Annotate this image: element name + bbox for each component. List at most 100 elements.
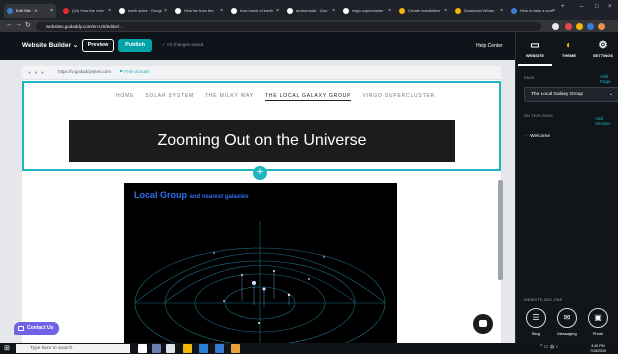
builder-side-panel: ▭ WEBSITE ◐ THEME ⚙ SETTINGS PAGE Add Page … — [515, 32, 618, 343]
windows-start-icon[interactable]: ⊞ — [4, 344, 10, 352]
nav-home[interactable]: HOME — [116, 93, 134, 99]
messaging-icon[interactable]: ✉ — [557, 308, 577, 328]
maximize-icon[interactable]: □ — [595, 4, 599, 10]
messaging-label: Messaging — [557, 331, 577, 336]
add-section-link[interactable]: Add Section — [595, 116, 618, 126]
photo-label: Photo — [592, 331, 604, 336]
editor-canvas: ● ● ● https://v.godaddysites.com ⚑ Free … — [0, 60, 515, 343]
builder-menu[interactable]: Website Builder ⌄ — [22, 41, 78, 49]
close-icon[interactable]: × — [332, 4, 335, 18]
site-domain: https://v.godaddysites.com — [58, 69, 111, 74]
window-dots-icon: ● ● ● — [28, 70, 45, 76]
minimize-icon[interactable]: – — [580, 4, 583, 10]
gear-icon: ⚙ — [598, 40, 608, 51]
chevron-down-icon: ⌄ — [72, 42, 79, 49]
new-tab-icon[interactable]: + — [561, 4, 565, 10]
add-page-link[interactable]: Add Page — [600, 74, 618, 84]
nav-local-galaxy-group[interactable]: THE LOCAL GALAXY GROUP — [265, 93, 352, 101]
help-center-link[interactable]: Help Center — [476, 43, 503, 49]
browser-tab[interactable]: How to take a scre × — [508, 4, 558, 18]
reload-icon[interactable]: ↻ — [25, 21, 31, 29]
contact-us-button[interactable]: Contact Us — [14, 322, 59, 335]
nav-milky-way[interactable]: THE MILKY WAY — [205, 93, 254, 99]
section-item[interactable]: ⋯ Welcome — [524, 134, 550, 139]
publish-button[interactable]: Publish — [118, 39, 152, 52]
browser-tab[interactable]: How far from the × — [172, 4, 226, 18]
google-icon — [343, 8, 349, 14]
tab-website[interactable]: ▭ WEBSITE — [518, 36, 552, 66]
star-icon[interactable] — [552, 23, 559, 30]
browser-tab[interactable]: Create installation × — [396, 4, 450, 18]
chat-icon — [479, 320, 487, 327]
window-close-icon[interactable]: × — [608, 4, 612, 10]
close-icon[interactable]: × — [220, 4, 223, 18]
folder-icon[interactable] — [183, 344, 192, 353]
extension-icon[interactable] — [576, 23, 583, 30]
cortana-icon[interactable] — [138, 344, 147, 353]
canvas-scrollbar[interactable] — [498, 180, 503, 280]
forward-icon[interactable]: → — [15, 21, 22, 28]
close-icon[interactable]: × — [108, 4, 111, 18]
mail-icon[interactable] — [199, 344, 208, 353]
chrome-icon[interactable] — [231, 344, 240, 353]
photo-icon[interactable]: ▣ — [588, 308, 608, 328]
google-icon — [287, 8, 293, 14]
close-icon[interactable]: × — [164, 4, 167, 18]
page-select[interactable]: The Local Galaxy Group ⌄ — [524, 87, 618, 102]
close-icon[interactable]: × — [50, 4, 53, 18]
browser-tab-bar: Edit Site · 4 · × (24) How the Univ × eart… — [0, 0, 618, 20]
system-tray[interactable]: ^ ▭ ◍ ♪ — [540, 344, 558, 350]
browser-tab[interactable]: Edit Site · 4 · × — [4, 4, 56, 18]
google-icon — [119, 8, 125, 14]
google-icon — [231, 8, 237, 14]
close-icon[interactable]: × — [552, 4, 555, 18]
close-icon[interactable]: × — [276, 4, 279, 18]
nav-virgo-supercluster[interactable]: VIRGO SUPERCLUSTER — [363, 93, 435, 99]
image-title: Local Group and nearest galaxies — [134, 190, 249, 200]
avatar[interactable] — [598, 23, 605, 30]
message-icon — [18, 326, 24, 331]
url-field[interactable]: websites.godaddy.com/en-US/editor/... — [36, 22, 541, 31]
extension-icon[interactable] — [565, 23, 572, 30]
local-group-image[interactable]: Local Group and nearest galaxies — [124, 183, 397, 343]
favicon-icon — [7, 8, 13, 14]
taskbar-clock[interactable]: 3:40 PM 7/15/2020 — [590, 344, 606, 353]
address-bar: ← → ↻ websites.godaddy.com/en-US/editor/… — [0, 20, 618, 32]
store-icon[interactable] — [215, 344, 224, 353]
browser-tab[interactable]: (24) How the Univ × — [60, 4, 114, 18]
website-icon: ▭ — [530, 40, 540, 51]
close-icon[interactable]: × — [500, 4, 503, 18]
browser-tab[interactable]: Download Windo × — [452, 4, 506, 18]
add-section-button[interactable]: + — [253, 166, 267, 180]
close-icon[interactable]: × — [444, 4, 447, 18]
on-this-page-label: ON THIS PAGE — [524, 114, 554, 118]
browser-tab[interactable]: earth sizes · Googl × — [116, 4, 170, 18]
header-section[interactable]: HOME SOLAR SYSTEM THE MILKY WAY THE LOCA… — [22, 81, 501, 171]
favicon-icon — [511, 8, 517, 14]
blog-icon[interactable]: ☰ — [526, 308, 546, 328]
windows-icon — [399, 8, 405, 14]
builder-toolbar: Website Builder ⌄ Preview Publish ✓ All … — [0, 32, 515, 60]
google-icon — [175, 8, 181, 14]
close-icon[interactable]: × — [388, 4, 391, 18]
preview-button[interactable]: Preview — [82, 39, 114, 52]
taskbar: ⊞ Type here to search ^ ▭ ◍ ♪ 3:40 PM 7/1… — [0, 343, 618, 354]
browser-tab[interactable]: how much of earth × — [228, 4, 282, 18]
theme-icon: ◐ — [565, 40, 573, 51]
page-title[interactable]: Zooming Out on the Universe — [69, 120, 455, 162]
file-explorer-icon[interactable] — [166, 344, 175, 353]
tab-theme[interactable]: ◐ THEME — [552, 36, 586, 66]
page-preview: ● ● ● https://v.godaddysites.com ⚑ Free … — [22, 66, 501, 343]
site-nav: HOME SOLAR SYSTEM THE MILKY WAY THE LOCA… — [116, 93, 444, 101]
extension-icon[interactable] — [587, 23, 594, 30]
nav-solar-system[interactable]: SOLAR SYSTEM — [145, 93, 194, 99]
tab-settings[interactable]: ⚙ SETTINGS — [586, 36, 618, 66]
browser-tab[interactable]: virgo supercluster × — [340, 4, 394, 18]
chat-button[interactable] — [473, 314, 493, 334]
browser-tab[interactable]: andromeda · Goo × — [284, 4, 338, 18]
free-domain-link[interactable]: ⚑ Free domain — [119, 69, 150, 75]
back-icon[interactable]: ← — [6, 21, 13, 28]
task-view-icon[interactable] — [152, 344, 161, 353]
preview-url-strip: ● ● ● https://v.godaddysites.com ⚑ Free … — [22, 66, 501, 80]
taskbar-search[interactable]: Type here to search — [16, 344, 130, 353]
